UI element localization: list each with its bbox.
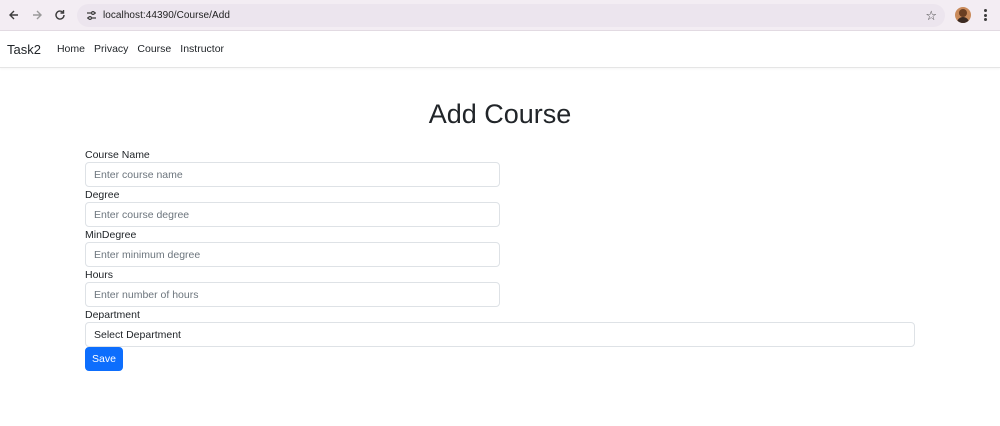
- profile-avatar[interactable]: [955, 7, 971, 23]
- nav-link-privacy[interactable]: Privacy: [94, 43, 128, 55]
- bookmark-star-icon[interactable]: ☆: [925, 8, 937, 24]
- nav-link-instructor[interactable]: Instructor: [180, 43, 224, 55]
- address-url[interactable]: localhost:44390/Course/Add: [103, 10, 230, 21]
- degree-input[interactable]: [85, 202, 500, 227]
- reload-icon[interactable]: [48, 3, 72, 27]
- nav-links: Home Privacy Course Instructor: [57, 43, 233, 55]
- site-navbar: Task2 Home Privacy Course Instructor: [0, 31, 1000, 68]
- site-settings-icon[interactable]: [83, 8, 99, 24]
- hours-input[interactable]: [85, 282, 500, 307]
- back-icon[interactable]: [2, 3, 26, 27]
- department-select[interactable]: Select Department: [85, 322, 915, 347]
- page-title: Add Course: [428, 99, 572, 129]
- department-label: Department: [85, 309, 140, 321]
- navbar-brand[interactable]: Task2: [7, 42, 41, 57]
- address-bar[interactable]: localhost:44390/Course/Add ☆: [77, 4, 945, 27]
- course-name-label: Course Name: [85, 149, 150, 161]
- course-name-input[interactable]: [85, 162, 500, 187]
- degree-label: Degree: [85, 189, 120, 201]
- nav-link-home[interactable]: Home: [57, 43, 85, 55]
- hours-label: Hours: [85, 269, 114, 281]
- min-degree-label: MinDegree: [85, 229, 137, 241]
- nav-link-course[interactable]: Course: [137, 43, 171, 55]
- department-selected-value: Select Department: [94, 328, 181, 341]
- min-degree-input[interactable]: [85, 242, 500, 267]
- save-button[interactable]: Save: [85, 347, 123, 371]
- forward-icon[interactable]: [25, 3, 49, 27]
- browser-toolbar: localhost:44390/Course/Add ☆: [0, 0, 1000, 31]
- more-menu-icon[interactable]: [980, 7, 990, 23]
